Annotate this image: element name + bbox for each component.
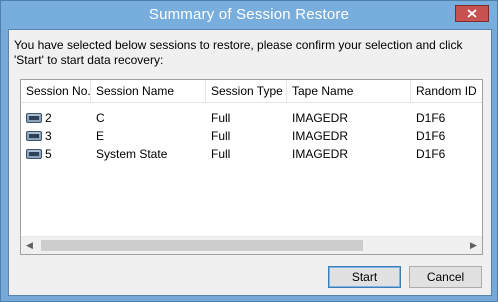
dialog-window: Summary of Session Restore You have sele… — [0, 0, 498, 302]
column-header-session-name[interactable]: Session Name — [91, 80, 206, 102]
chevron-right-icon: ▶ — [470, 240, 477, 250]
dialog-title: Summary of Session Restore — [148, 6, 350, 23]
scroll-right-button[interactable]: ▶ — [465, 237, 482, 254]
tape-name: IMAGEDR — [292, 147, 349, 161]
column-header-session-no[interactable]: Session No. — [21, 80, 91, 102]
close-button[interactable] — [455, 5, 489, 22]
table-row[interactable]: 3 E Full IMAGEDR D1F6 — [21, 127, 482, 145]
tape-drive-icon — [26, 112, 42, 123]
column-header-tape-name[interactable]: Tape Name — [287, 80, 411, 102]
session-no: 2 — [45, 111, 52, 125]
sessions-list[interactable]: Session No. Session Name Session Type Ta… — [20, 79, 483, 255]
horizontal-scrollbar[interactable]: ◀ ▶ — [21, 236, 482, 254]
session-name: C — [96, 111, 105, 125]
chevron-left-icon: ◀ — [26, 240, 33, 250]
session-type: Full — [211, 111, 231, 125]
session-no: 3 — [45, 129, 52, 143]
session-no-cell: 2 — [21, 109, 52, 127]
list-header: Session No. Session Name Session Type Ta… — [21, 80, 482, 103]
random-id: D1F6 — [416, 129, 446, 143]
session-type: Full — [211, 129, 231, 143]
table-row[interactable]: 5 System State Full IMAGEDR D1F6 — [21, 145, 482, 163]
random-id: D1F6 — [416, 147, 446, 161]
tape-drive-icon — [26, 148, 42, 159]
session-type: Full — [211, 147, 231, 161]
session-name: E — [96, 129, 105, 143]
close-icon — [467, 9, 477, 18]
session-no: 5 — [45, 147, 52, 161]
cancel-button[interactable]: Cancel — [409, 266, 482, 288]
title-bar[interactable]: Summary of Session Restore — [1, 1, 497, 29]
session-no-cell: 5 — [21, 145, 52, 163]
start-button[interactable]: Start — [328, 266, 401, 288]
scroll-left-button[interactable]: ◀ — [21, 237, 38, 254]
session-name: System State — [96, 147, 168, 161]
table-row[interactable]: 2 C Full IMAGEDR D1F6 — [21, 109, 482, 127]
tape-drive-icon — [26, 130, 42, 141]
session-no-cell: 3 — [21, 127, 52, 145]
instruction-text: You have selected below sessions to rest… — [14, 38, 463, 67]
random-id: D1F6 — [416, 111, 446, 125]
dialog-body: You have selected below sessions to rest… — [8, 29, 492, 296]
tape-name: IMAGEDR — [292, 111, 349, 125]
column-header-session-type[interactable]: Session Type — [206, 80, 287, 102]
scrollbar-thumb[interactable] — [41, 240, 363, 251]
tape-name: IMAGEDR — [292, 129, 349, 143]
column-header-random-id[interactable]: Random ID — [411, 80, 482, 102]
